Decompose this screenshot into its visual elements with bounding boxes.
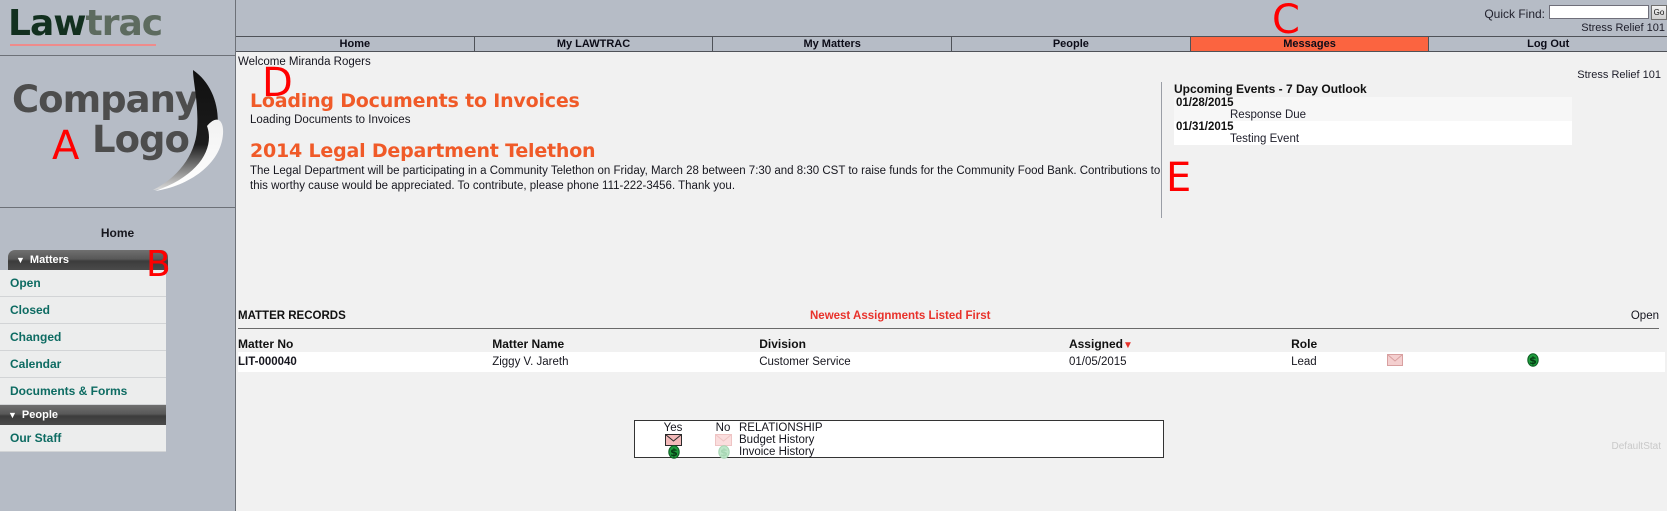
sidebar-home-title: Home: [100, 226, 135, 240]
col-role[interactable]: Role: [1291, 337, 1388, 352]
news-title-1[interactable]: Loading Documents to Invoices: [250, 90, 1180, 112]
cell-matter-name: Ziggy V. Jareth: [492, 352, 760, 372]
sidebar-group-people[interactable]: ▼ People: [0, 405, 166, 425]
col-assigned[interactable]: Assigned▼: [1068, 337, 1292, 352]
quickfind-go-button[interactable]: Go: [1651, 5, 1667, 20]
cell-icon-b[interactable]: $: [1526, 352, 1665, 372]
sidebar-group-matters[interactable]: ▼ Matters: [8, 250, 168, 270]
lawtrac-logo: Lawtrac: [8, 3, 164, 44]
cell-division: Customer Service: [759, 352, 1069, 372]
stress-relief-link-main[interactable]: Stress Relief 101: [1577, 69, 1661, 81]
event-row[interactable]: 01/28/2015 Response Due: [1174, 97, 1572, 121]
topbar: Quick Find: Go Stress Relief 101: [236, 0, 1667, 36]
swoosh-graphic: [153, 70, 224, 191]
company-logo-box: Company Logo: [0, 56, 235, 208]
brand-trac-text: trac: [85, 3, 164, 44]
col-assigned-label: Assigned: [1068, 337, 1123, 351]
chevron-down-icon: ▼: [16, 255, 25, 265]
sidebar: Lawtrac Company Logo Home ▼ Matters Open…: [0, 0, 236, 511]
brand-law-text: Law: [8, 3, 86, 44]
matter-records-open-link[interactable]: Open: [1631, 310, 1659, 322]
sidebar-item-our-staff[interactable]: Our Staff: [0, 425, 166, 452]
news-title-2[interactable]: 2014 Legal Department Telethon: [250, 140, 1180, 162]
event-date: 01/31/2015: [1176, 121, 1234, 133]
popup-label-budget-history[interactable]: Budget History: [739, 434, 814, 446]
lawtrac-app: Lawtrac Company Logo Home ▼ Matters Open…: [0, 0, 1667, 511]
tab-people[interactable]: People: [952, 37, 1191, 51]
cell-role: Lead: [1291, 352, 1388, 372]
money-icon-disabled[interactable]: $: [717, 445, 731, 462]
sidebar-group-people-label: People: [21, 409, 58, 421]
news-panel: Loading Documents to Invoices Loading Do…: [250, 90, 1180, 194]
sidebar-item-open[interactable]: Open: [0, 270, 166, 297]
welcome-message: Welcome Miranda Rogers: [238, 56, 371, 68]
tab-messages[interactable]: Messages: [1190, 37, 1430, 51]
quickfind-label: Quick Find:: [1484, 7, 1545, 21]
quickfind-input[interactable]: [1549, 5, 1649, 19]
popup-col-yes: Yes: [663, 422, 683, 434]
tab-log-out[interactable]: Log Out: [1429, 37, 1667, 51]
matter-records-note: Newest Assignments Listed First: [810, 310, 991, 322]
tab-my-lawtrac[interactable]: My LAWTRAC: [474, 37, 714, 51]
col-matter-no[interactable]: Matter No: [238, 337, 493, 352]
main-content: Welcome Miranda Rogers Stress Relief 101…: [236, 52, 1667, 511]
main-nav-tabs: Home My LAWTRAC My Matters People Messag…: [236, 36, 1667, 52]
popup-label-relationship: RELATIONSHIP: [739, 422, 823, 434]
money-icon[interactable]: $: [1526, 353, 1540, 370]
sidebar-item-calendar[interactable]: Calendar: [0, 351, 166, 378]
stress-relief-link-top[interactable]: Stress Relief 101: [1581, 22, 1665, 34]
svg-text:$: $: [1529, 354, 1537, 367]
sidebar-people-list: Our Staff: [0, 425, 166, 452]
popup-label-invoice-history[interactable]: Invoice History: [739, 446, 814, 458]
relationship-popup: Yes No RELATIONSHIP Budget History $ $ I…: [634, 420, 1164, 459]
svg-text:$: $: [720, 446, 728, 459]
envelope-icon[interactable]: [1387, 354, 1404, 369]
money-icon[interactable]: $: [667, 445, 681, 462]
news-body-2: The Legal Department will be participati…: [250, 165, 1161, 192]
sidebar-group-matters-label: Matters: [29, 254, 70, 266]
col-icon-b: [1526, 337, 1665, 352]
col-matter-name[interactable]: Matter Name: [492, 337, 760, 352]
matter-records-title: MATTER RECORDS: [238, 310, 346, 322]
brand-header: Lawtrac: [0, 0, 235, 56]
sidebar-item-documents-forms[interactable]: Documents & Forms: [0, 378, 166, 405]
sidebar-matters-list: Open Closed Changed Calendar Documents &…: [0, 270, 166, 405]
table-header-row: Matter No Matter Name Division Assigned▼…: [238, 337, 1665, 352]
cell-icon-a[interactable]: [1387, 352, 1527, 372]
event-name: Testing Event: [1230, 133, 1300, 145]
matter-records-section: MATTER RECORDS Newest Assignments Listed…: [236, 310, 1667, 372]
default-stat-label: DefaultStat: [1611, 441, 1661, 452]
cell-assigned: 01/05/2015: [1068, 352, 1292, 372]
col-icon-a: [1387, 337, 1527, 352]
sidebar-item-changed[interactable]: Changed: [0, 324, 166, 351]
content-row: Loading Documents to Invoices Loading Do…: [236, 82, 1667, 280]
matter-records-table: Matter No Matter Name Division Assigned▼…: [238, 337, 1665, 372]
sort-descending-icon: ▼: [1122, 340, 1133, 351]
event-row[interactable]: 01/31/2015 Testing Event: [1174, 121, 1572, 145]
cell-matter-no[interactable]: LIT-000040: [238, 352, 493, 372]
table-row[interactable]: LIT-000040 Ziggy V. Jareth Customer Serv…: [238, 352, 1665, 372]
col-division[interactable]: Division: [759, 337, 1069, 352]
tab-home[interactable]: Home: [236, 37, 475, 51]
sidebar-item-closed[interactable]: Closed: [0, 297, 166, 324]
upcoming-events-panel: Upcoming Events - 7 Day Outlook 01/28/20…: [1161, 82, 1581, 218]
brand-underline: [10, 44, 156, 46]
event-name: Response Due: [1230, 109, 1307, 121]
news-sub-1: Loading Documents to Invoices: [250, 114, 411, 126]
matter-records-header: MATTER RECORDS Newest Assignments Listed…: [238, 310, 1659, 329]
chevron-down-icon: ▼: [8, 410, 17, 420]
upcoming-events-title: Upcoming Events - 7 Day Outlook: [1174, 82, 1367, 96]
svg-text:$: $: [670, 446, 678, 459]
event-date: 01/28/2015: [1176, 97, 1234, 109]
tab-my-matters[interactable]: My Matters: [713, 37, 953, 51]
